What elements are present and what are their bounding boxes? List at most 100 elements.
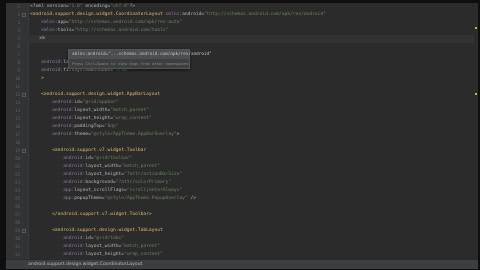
line-number: 26 (14, 204, 20, 209)
code-token: "wrap_content" (124, 252, 163, 257)
code-line[interactable]: android:layout_width="match_parent" (30, 243, 160, 251)
line-number: 32 (14, 252, 20, 257)
code-line[interactable]: > (30, 75, 44, 83)
code-token: "match_parent" (121, 244, 161, 249)
line-number: 23 (14, 180, 20, 185)
code-line[interactable]: xmlns:app="http://schemas.android.com/ap… (30, 19, 182, 27)
line-number: 30 (14, 236, 20, 241)
warning-marker[interactable] (475, 93, 477, 95)
code-line[interactable]: android:layout_width="match_parent" (30, 107, 149, 115)
line-number: 27 (14, 212, 20, 217)
line-number: 28 (14, 220, 20, 225)
code-token: paddingTop= (74, 124, 105, 129)
code-token: layout_scrollFlags= (74, 188, 127, 193)
code-token: "http://schemas.android.com/apk/res/andr… (204, 12, 326, 17)
code-token: layout_height= (85, 172, 125, 177)
line-number: 1 (17, 4, 20, 9)
code-token: android: (30, 164, 86, 169)
code-token: android: (30, 116, 75, 121)
code-token: android= (182, 12, 205, 17)
code-token: "match_parent" (121, 164, 161, 169)
code-token: layout_height= (85, 252, 125, 257)
code-token: "wrap_content" (113, 116, 152, 121)
code-line[interactable]: android:background="?attr/colorPrimary" (30, 179, 171, 187)
editor-scrollbar[interactable] (474, 3, 478, 259)
line-number: 6 (17, 44, 20, 49)
line-number: 18 (14, 140, 20, 145)
breadcrumb[interactable]: android.support.design.widget.Coordinato… (28, 260, 142, 269)
code-token: layout_width= (85, 244, 122, 249)
code-token: android: (30, 100, 75, 105)
code-editor[interactable]: <?xml version="1.0" encoding="utf-8"?> <a… (28, 3, 478, 259)
code-line[interactable]: android:theme="@style/AppTheme.AppBarOve… (30, 131, 179, 139)
code-token: android: (30, 172, 86, 177)
code-token: layout_height= (74, 116, 113, 121)
code-line[interactable]: <android.support.design.widget.Coordinat… (30, 11, 326, 19)
fold-marker[interactable] (22, 13, 26, 17)
ide-window: 1 2 3 4 5 6 7 8 9 10 11 12 13 14 15 16 17 18 19 20 21 22 23 24 2… (6, 3, 478, 259)
fold-marker[interactable] (22, 149, 26, 153)
code-token: android: (30, 68, 64, 73)
code-line[interactable]: xmlns:tools="http://schemas.android.com/… (30, 27, 168, 35)
code-token: android: (30, 236, 86, 241)
code-token: popupTheme= (74, 196, 105, 201)
code-token: "match_parent" (110, 108, 149, 113)
code-line[interactable]: xm (28, 35, 478, 43)
code-token: "@+id/tabs" (93, 236, 125, 241)
line-number: 5 (17, 36, 20, 41)
code-token: android: (30, 252, 86, 257)
autocomplete-hint: Press Ctrl+Space to view tags from other… (72, 61, 189, 66)
code-line[interactable]: <android.support.v7.widget.Toolbar (30, 147, 146, 155)
code-line[interactable]: android:paddingTop="8dp" (30, 123, 119, 131)
code-token: "@style/AppTheme.PopupOverlay" (104, 196, 188, 201)
line-number: 25 (14, 196, 20, 201)
code-token: "utf-8" (110, 4, 130, 9)
code-line[interactable]: android:id="@+id/tabs" (30, 235, 124, 243)
code-line[interactable]: <?xml version="1.0" encoding="utf-8"?> (30, 3, 135, 11)
fold-marker[interactable] (22, 229, 26, 233)
code-token: /> (187, 196, 196, 201)
line-number: 19 (14, 148, 20, 153)
line-number: 22 (14, 172, 20, 177)
code-line[interactable]: android:layout_height="wrap_content" (30, 115, 152, 123)
code-line[interactable]: <android.support.design.widget.AppBarLay… (30, 91, 160, 99)
line-number: 9 (17, 68, 20, 73)
code-token: android: (30, 60, 64, 65)
code-token: "8dp" (104, 124, 119, 129)
code-line[interactable]: android:id="@+id/appbar" (30, 99, 118, 107)
code-line[interactable]: android:id="@+id/toolbar" (30, 155, 132, 163)
line-number: 14 (14, 108, 20, 113)
fold-marker[interactable] (22, 93, 26, 97)
code-line[interactable]: android:layout_height="?attr/actionBarSi… (30, 171, 182, 179)
code-token: <android.support.v7.widget.Toolbar (30, 148, 147, 153)
line-number: 15 (14, 116, 20, 121)
code-line[interactable]: app:layout_scrollFlags="scroll|enterAlwa… (30, 187, 182, 195)
code-token: android: (30, 108, 75, 113)
code-line[interactable]: android:layout_width="match_parent" (30, 163, 160, 171)
code-token: "@style/AppTheme.AppBarOverlay" (90, 132, 177, 137)
autocomplete-item[interactable]: xmlns:android="...schemas.android.com/ap… (69, 50, 212, 59)
code-token: app= (57, 20, 69, 25)
line-number: 20 (14, 156, 20, 161)
line-number: 29 (14, 228, 20, 233)
line-number: 17 (14, 132, 20, 137)
code-token: xmlns: (30, 28, 58, 33)
warning-marker[interactable] (475, 27, 477, 29)
code-token: encoding= (82, 4, 111, 9)
code-line[interactable]: <android.support.design.widget.TabLayout (30, 227, 163, 235)
code-token: layout_width= (85, 164, 122, 169)
code-line[interactable]: </android.support.v7.widget.Toolbar> (30, 211, 152, 219)
code-token: app: (30, 188, 75, 193)
code-token: android: (30, 244, 86, 249)
code-token: "?attr/actionBarSize" (124, 172, 183, 177)
code-line[interactable]: android:layout_height="wrap_content" (30, 251, 163, 259)
code-token: theme= (74, 132, 91, 137)
code-token: "@+id/toolbar" (93, 156, 133, 161)
code-token: android: (30, 156, 86, 161)
line-number: 13 (14, 100, 20, 105)
code-token: android: (30, 124, 75, 129)
code-token: version= (46, 4, 69, 9)
status-bar: android.support.design.widget.Coordinato… (6, 259, 478, 269)
code-line[interactable]: app:popupTheme="@style/AppTheme.PopupOve… (30, 195, 196, 203)
code-token: ?> (129, 4, 136, 9)
